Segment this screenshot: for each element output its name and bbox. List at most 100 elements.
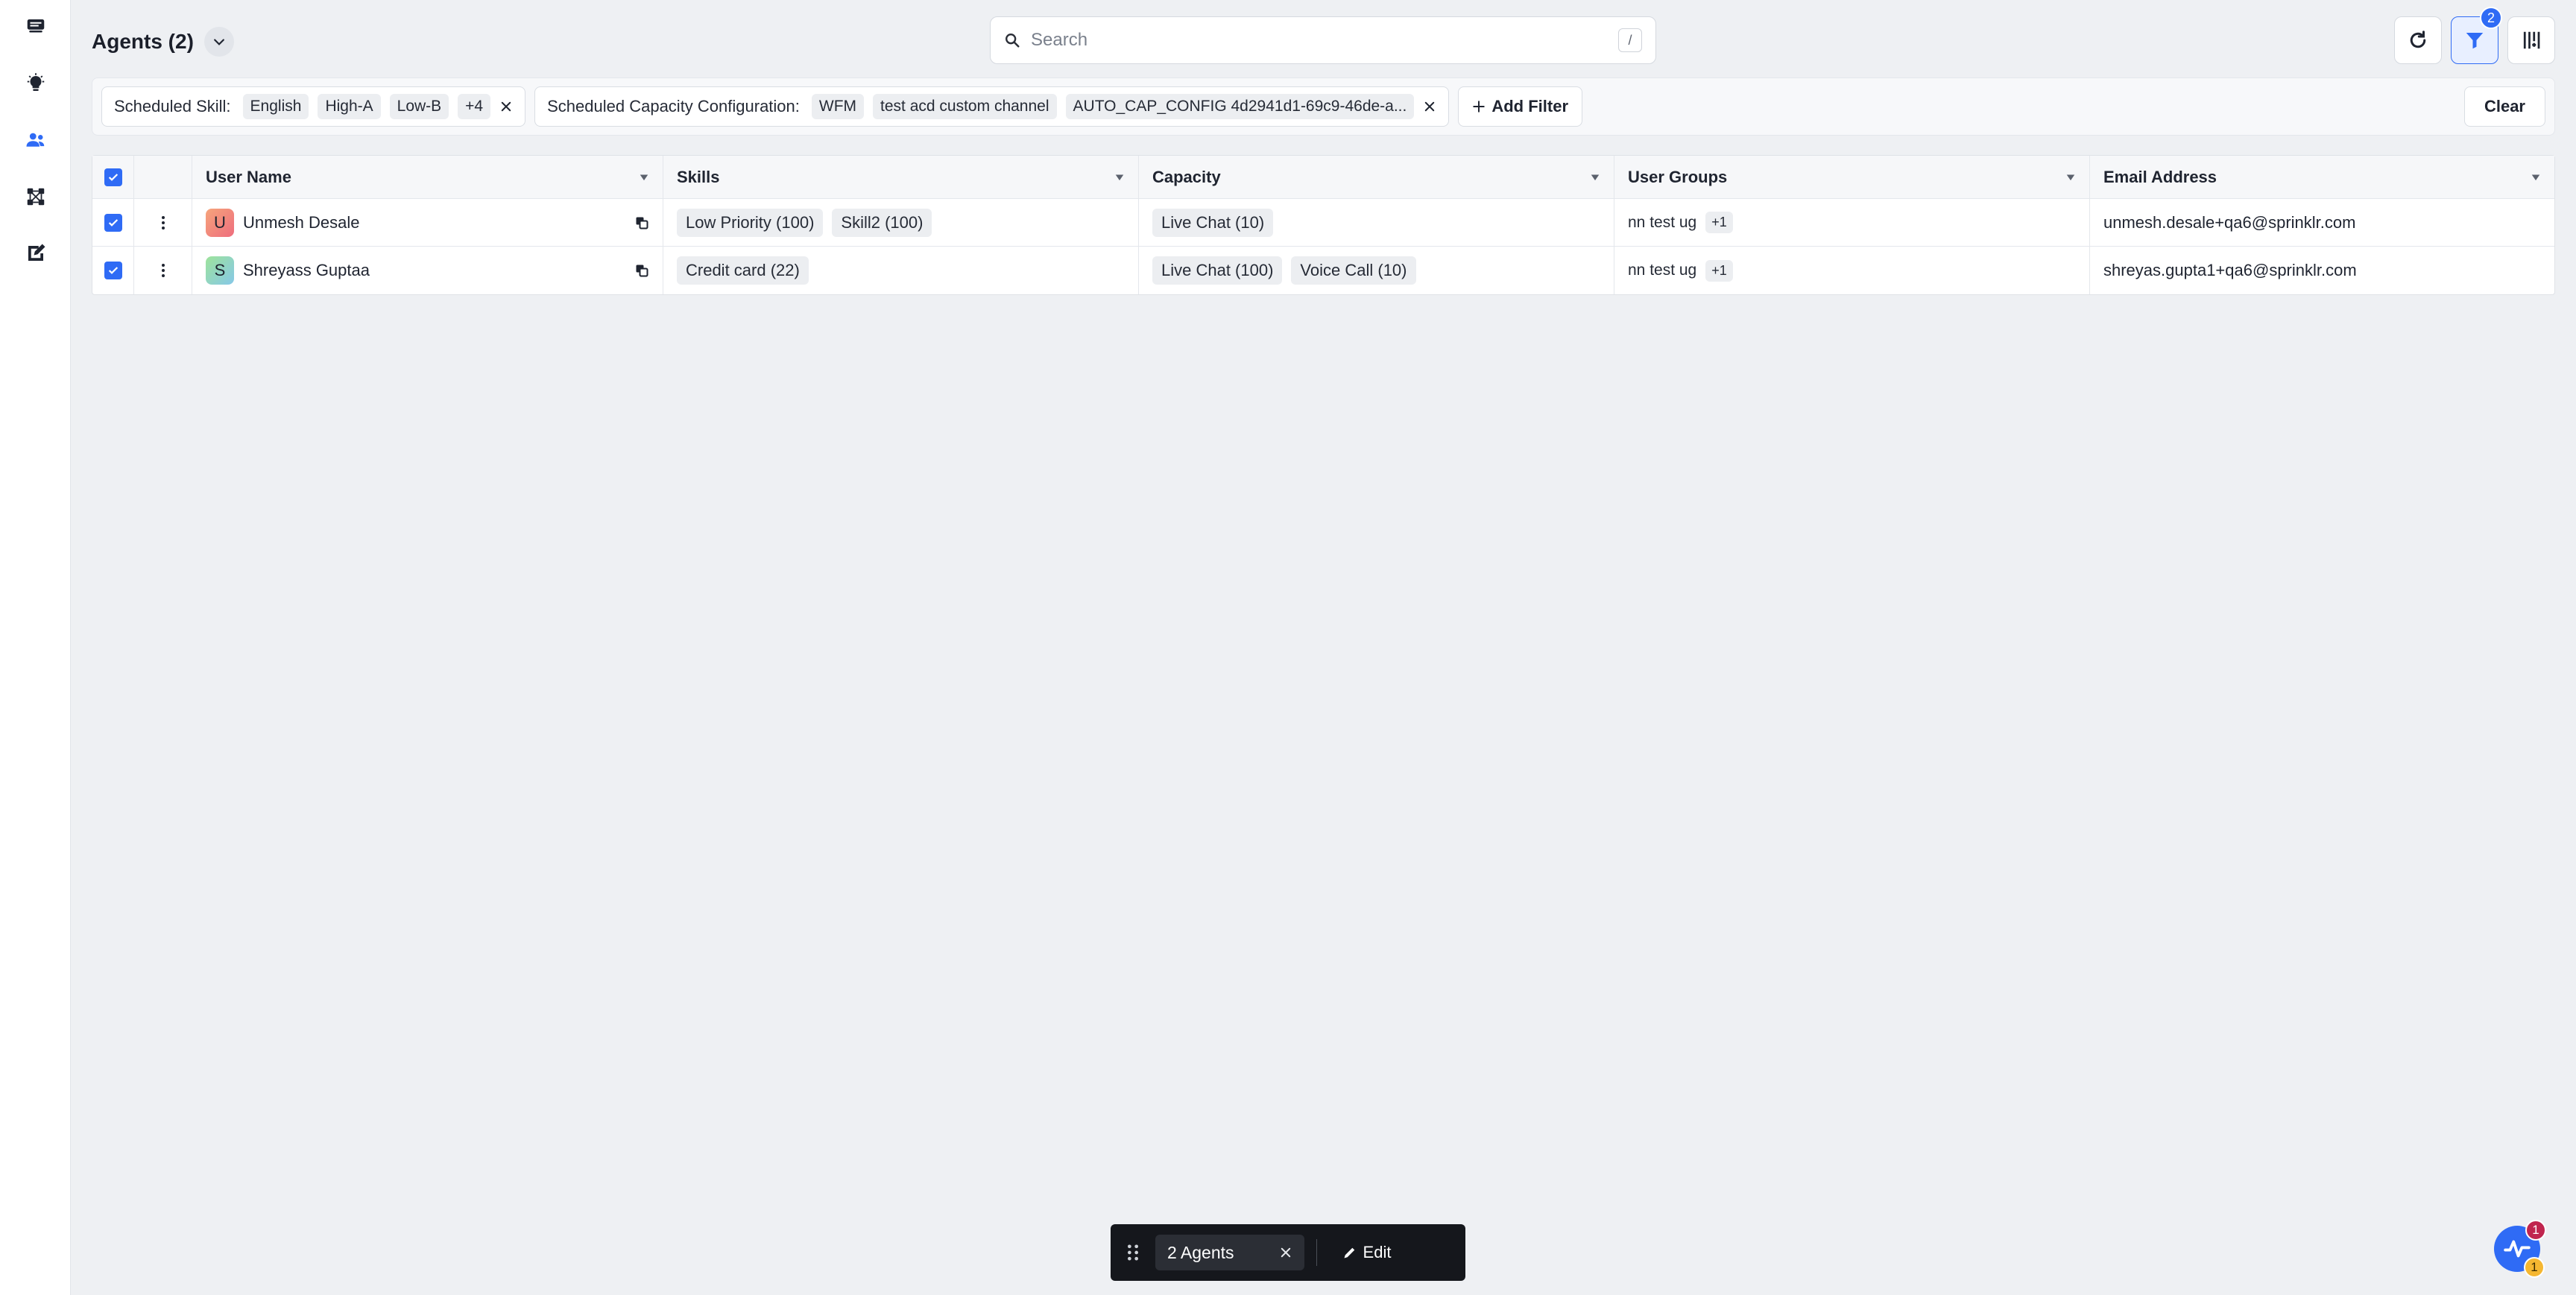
caret-down-icon[interactable] (1590, 172, 1600, 183)
rail-item-agents[interactable] (18, 122, 54, 158)
filter-chip: test acd custom channel (873, 94, 1057, 119)
user-group: nn test ug (1628, 262, 1697, 279)
refresh-button[interactable] (2394, 16, 2442, 64)
chat-stack-icon (27, 19, 45, 33)
skill-tag: Skill2 (100) (832, 208, 932, 237)
search-input[interactable] (1031, 30, 1608, 51)
lightbulb-icon (27, 73, 45, 91)
email-cell: unmesh.desale+qa6@sprinklr.com (2103, 212, 2356, 232)
caret-down-icon[interactable] (2531, 172, 2541, 183)
copy-icon[interactable] (634, 215, 649, 230)
search-box: / (990, 16, 1656, 64)
divider (1316, 1239, 1317, 1266)
table-row[interactable]: U Unmesh Desale Low Priority (100) Skill… (92, 199, 2554, 247)
close-icon (1281, 1247, 1290, 1258)
filter-more-chip[interactable]: +4 (458, 94, 491, 119)
columns-icon (2523, 31, 2540, 49)
user-name-cell: S Shreyass Guptaa (192, 247, 663, 294)
table-row[interactable]: S Shreyass Guptaa Credit card (22) Live … (92, 247, 2554, 294)
add-filter-label: Add Filter (1491, 97, 1569, 115)
row-checkbox[interactable] (104, 262, 122, 279)
rail-item-workflows[interactable] (18, 179, 54, 215)
refresh-icon (2410, 31, 2426, 48)
filter-chip: English (242, 94, 309, 119)
more-groups-tag[interactable]: +1 (1705, 212, 1733, 233)
page-header: Agents (2) (92, 25, 234, 58)
notification-badge: 1 (2525, 1220, 2546, 1241)
capacity-cell: Live Chat (10) (1139, 199, 1614, 246)
user-name[interactable]: Shreyass Guptaa (243, 261, 625, 280)
row-checkbox[interactable] (104, 213, 122, 232)
left-nav-rail (0, 0, 71, 1295)
filter-bar: Scheduled Skill: English High-A Low-B +4… (92, 77, 2555, 136)
view-dropdown-button[interactable] (203, 27, 234, 57)
pencil-icon (1344, 1247, 1354, 1258)
alert-badge: 1 (2524, 1257, 2545, 1278)
bulk-action-bar: 2 Agents Edit (1111, 1224, 1465, 1281)
row-select-cell (92, 199, 134, 246)
caret-down-icon[interactable] (1114, 172, 1125, 183)
copy-icon[interactable] (634, 263, 649, 278)
check-icon (108, 218, 118, 227)
close-icon (501, 101, 511, 112)
user-name-cell: U Unmesh Desale (192, 199, 663, 246)
more-vertical-icon[interactable] (154, 262, 172, 279)
remove-filter-button[interactable] (499, 100, 513, 113)
filter-scheduled-skill[interactable]: Scheduled Skill: English High-A Low-B +4 (101, 86, 526, 127)
filter-button[interactable]: 2 (2451, 7, 2502, 64)
select-all-checkbox[interactable] (104, 168, 122, 186)
skill-tag: Low Priority (100) (677, 208, 824, 237)
row-select-cell (92, 247, 134, 294)
selection-count: 2 Agents (1167, 1242, 1234, 1262)
avatar: U (206, 208, 234, 237)
skills-cell: Low Priority (100) Skill2 (100) (663, 199, 1139, 246)
close-icon (1425, 101, 1435, 112)
filter-chip: WFM (811, 94, 865, 119)
toolbar-actions: 2 (2394, 7, 2555, 64)
column-title: Email Address (2103, 167, 2217, 186)
column-title: User Groups (1628, 167, 1728, 186)
drag-handle-icon[interactable] (1123, 1242, 1143, 1263)
rail-item-insights[interactable] (18, 66, 54, 101)
more-vertical-icon[interactable] (154, 214, 172, 232)
column-header-skills[interactable]: Skills (663, 156, 1139, 198)
caret-down-icon[interactable] (2065, 172, 2076, 183)
user-name[interactable]: Unmesh Desale (243, 213, 625, 232)
rail-item-notes[interactable] (18, 235, 54, 271)
edit-label: Edit (1363, 1243, 1392, 1261)
user-groups-cell: nn test ug +1 (1614, 199, 2090, 246)
user-group: nn test ug (1628, 213, 1697, 231)
filter-chip: Low-B (389, 94, 449, 119)
table-header-row: User Name Skills Capacity User Groups Em… (92, 156, 2554, 199)
column-header-capacity[interactable]: Capacity (1139, 156, 1614, 198)
column-header-email[interactable]: Email Address (2090, 156, 2554, 198)
check-icon (108, 173, 118, 181)
assistant-fab[interactable]: 1 1 (2494, 1220, 2546, 1278)
skill-tag: Credit card (22) (677, 256, 809, 285)
column-header-user-name[interactable]: User Name (192, 156, 663, 198)
caret-down-icon[interactable] (639, 172, 649, 183)
edit-note-icon (28, 244, 45, 261)
add-filter-button[interactable]: Add Filter (1458, 86, 1583, 127)
column-title: Capacity (1152, 167, 1221, 186)
plus-icon (1473, 101, 1486, 113)
filter-scheduled-capacity[interactable]: Scheduled Capacity Configuration: WFM te… (534, 86, 1450, 127)
filter-count-badge: 2 (2480, 7, 2502, 29)
chevron-down-icon (213, 39, 224, 45)
column-header-user-groups[interactable]: User Groups (1614, 156, 2090, 198)
network-grid-icon (27, 188, 45, 206)
column-settings-button[interactable] (2507, 16, 2555, 64)
row-menu-cell (134, 199, 192, 246)
clear-filters-button[interactable]: Clear (2463, 86, 2545, 127)
email-cell: shreyas.gupta1+qa6@sprinklr.com (2103, 261, 2357, 279)
selection-count-pill: 2 Agents (1155, 1235, 1304, 1270)
search-icon (1006, 34, 1020, 48)
check-icon (108, 267, 118, 274)
bulk-edit-button[interactable]: Edit (1329, 1243, 1405, 1262)
select-all-cell (92, 156, 134, 198)
clear-selection-button[interactable] (1279, 1246, 1292, 1259)
more-groups-tag[interactable]: +1 (1705, 259, 1733, 282)
rail-item-messages[interactable] (18, 9, 54, 45)
remove-filter-button[interactable] (1423, 100, 1436, 113)
capacity-tag: Live Chat (10) (1152, 208, 1274, 237)
